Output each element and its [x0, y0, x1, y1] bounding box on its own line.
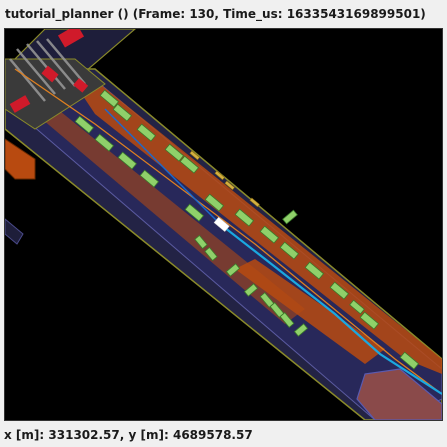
status-bar: x [m]: 331302.57, y [m]: 4689578.57 — [0, 424, 447, 447]
x-coordinate-label: x [m]: — [4, 428, 45, 442]
x-coordinate-value: 331302.57 — [48, 428, 120, 442]
coordinate-separator: , — [119, 428, 129, 442]
window-title-bar: tutorial_planner () (Frame: 130, Time_us… — [0, 0, 447, 28]
y-coordinate-label: y [m]: — [128, 428, 169, 442]
window-title: tutorial_planner () (Frame: 130, Time_us… — [5, 7, 426, 21]
scene-canvas[interactable] — [5, 29, 442, 420]
map-viewport[interactable] — [4, 28, 443, 421]
y-coordinate-value: 4689578.57 — [172, 428, 253, 442]
